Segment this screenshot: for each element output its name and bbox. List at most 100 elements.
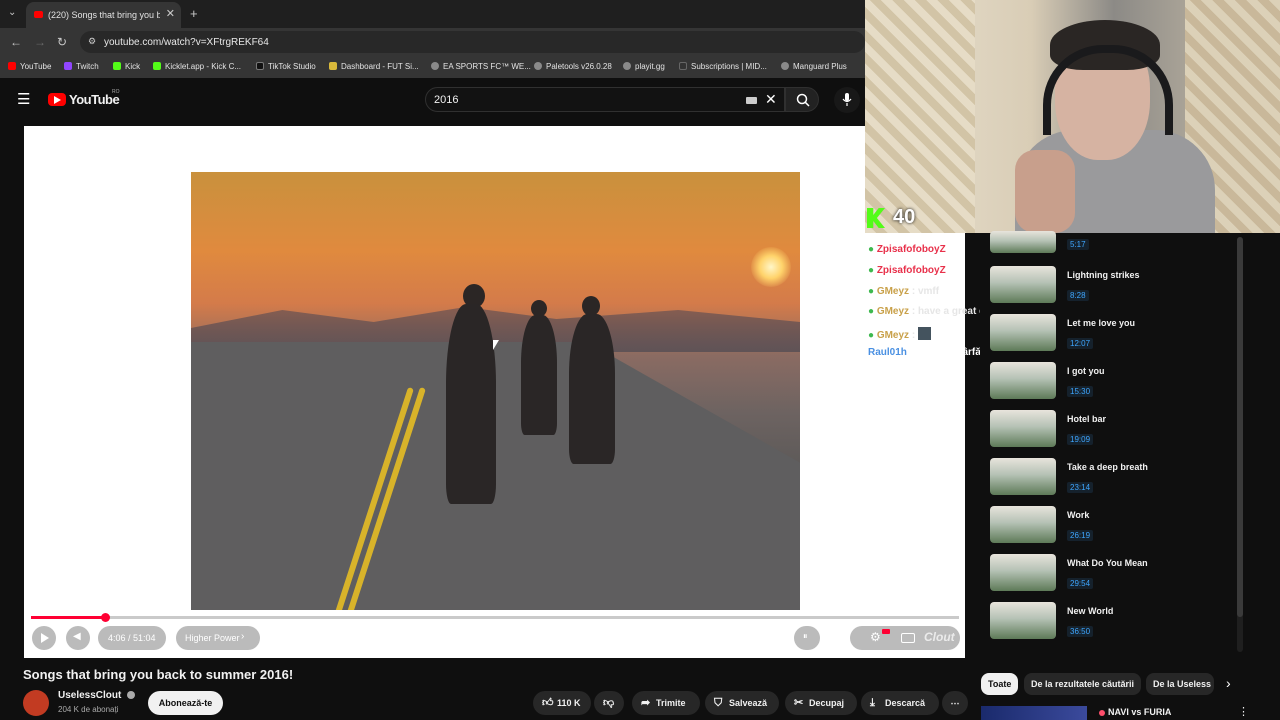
- autoplay-toggle[interactable]: ⏸: [794, 626, 820, 650]
- playlist-item[interactable]: Work 26:19: [990, 506, 1230, 546]
- video-frame[interactable]: [191, 172, 800, 610]
- subscribe-button[interactable]: Abonează-te: [148, 691, 223, 715]
- search-button[interactable]: [785, 87, 819, 112]
- like-button[interactable]: 👍︎ 110 K: [533, 691, 591, 715]
- playlist-timestamp[interactable]: 19:09: [1067, 434, 1094, 445]
- playlist-title: What Do You Mean: [1067, 558, 1148, 568]
- next-video-title[interactable]: NAVI vs FURIA: [1108, 707, 1171, 717]
- playlist-item[interactable]: Take a deep breath 23:14: [990, 458, 1230, 498]
- tab-close-icon[interactable]: ✕: [166, 7, 175, 20]
- walker: [569, 314, 615, 464]
- url-field[interactable]: ⚙ youtube.com/watch?v=XFtrgREKF64: [80, 31, 865, 53]
- bookmark-kicklet[interactable]: Kicklet.app - Kick C...: [153, 62, 241, 71]
- chip-all[interactable]: Toate: [981, 673, 1019, 695]
- forward-arrow-icon[interactable]: →: [34, 35, 46, 49]
- playlist-thumbnail: [990, 362, 1056, 399]
- subscriber-count: 204 K de abonați: [58, 705, 119, 714]
- settings-icon[interactable]: ⚙: [870, 630, 881, 644]
- chat-user: ZpisafofoboyZ: [876, 265, 946, 276]
- time-text: 4:06 / 51:04: [108, 633, 156, 643]
- video-title: Songs that bring you back to summer 2016…: [23, 667, 294, 682]
- video-player[interactable]: ◀ 4:06 / 51:04 Higher Power › ⏸ ⚙ Clout: [24, 126, 965, 658]
- channel-avatar[interactable]: [23, 690, 49, 716]
- playlist-timestamp[interactable]: 29:54: [1067, 578, 1094, 589]
- playlist-thumbnail: [990, 554, 1056, 591]
- playlist-timestamp[interactable]: 5:17: [1067, 239, 1089, 250]
- playlist-thumbnail: [990, 458, 1056, 495]
- site-info-icon[interactable]: ⚙: [88, 36, 96, 47]
- bookmark-twitch[interactable]: Twitch: [64, 62, 99, 71]
- voice-search-button[interactable]: [834, 87, 860, 113]
- volume-button[interactable]: ◀: [66, 626, 90, 650]
- download-button[interactable]: ⤓ Descarcă: [861, 691, 939, 715]
- bookmark-playit[interactable]: playit.gg: [623, 62, 665, 71]
- chat-user: GMeyz: [876, 286, 910, 297]
- save-button[interactable]: ⛉ Salvează: [705, 691, 779, 715]
- playlist-timestamp[interactable]: 36:50: [1067, 626, 1094, 637]
- share-icon: ➦: [641, 697, 651, 709]
- globe-icon: [623, 62, 631, 70]
- more-actions-button[interactable]: ⋯: [942, 691, 968, 715]
- chips-next-icon[interactable]: ›: [1226, 675, 1231, 691]
- playlist-timestamp[interactable]: 8:28: [1067, 290, 1089, 301]
- playlist-item[interactable]: Lightning strikes 8:28: [990, 266, 1230, 306]
- chat-check-icon: ●: [868, 265, 875, 276]
- playlist-timestamp[interactable]: 26:19: [1067, 530, 1094, 541]
- browser-tab[interactable]: (220) Songs that bring you back to summe…: [26, 2, 181, 28]
- bookmark-label: TikTok Studio: [268, 62, 316, 71]
- twitch-icon: [64, 62, 72, 70]
- playlist-item[interactable]: Hotel bar 19:09: [990, 410, 1230, 450]
- chip-from-search[interactable]: De la rezultatele căutării: [1024, 673, 1142, 695]
- playlist-thumbnail: [990, 231, 1056, 253]
- playlist-timestamp[interactable]: 12:07: [1067, 338, 1094, 349]
- bookmark-kick[interactable]: Kick: [113, 62, 140, 71]
- scrollbar-thumb[interactable]: [1237, 237, 1243, 617]
- playlist-timestamp[interactable]: 23:14: [1067, 482, 1094, 493]
- chat-user: GMeyz: [876, 330, 910, 341]
- progress-bar[interactable]: [31, 613, 959, 622]
- playlist-scrollbar[interactable]: [1237, 237, 1243, 652]
- channel-name-row[interactable]: UselessClout: [58, 690, 136, 701]
- share-button[interactable]: ➦ Trimite: [632, 691, 700, 715]
- playlist-title: New World: [1067, 606, 1114, 616]
- keyboard-icon[interactable]: [746, 97, 757, 104]
- sunset-sun: [751, 247, 791, 287]
- reload-icon[interactable]: ↻: [57, 35, 67, 49]
- search-input[interactable]: 2016 ✕: [425, 87, 785, 112]
- time-display: 4:06 / 51:04: [98, 626, 166, 650]
- chip-from-channel[interactable]: De la Useless: [1146, 673, 1214, 695]
- playlist-item[interactable]: I got you 15:30: [990, 362, 1230, 402]
- chapter-button[interactable]: Higher Power ›: [176, 626, 260, 650]
- next-video-thumbnail[interactable]: [981, 706, 1087, 720]
- chat-user: Raul01h: [868, 347, 907, 358]
- bookmark-ea-sports[interactable]: EA SPORTS FC™ WE...: [431, 62, 531, 71]
- bookmark-label: Kick: [125, 62, 141, 71]
- bookmark-paletools[interactable]: Paletools v26.0.28: [534, 62, 612, 71]
- chat-check-icon: ●: [868, 286, 875, 297]
- theater-mode-icon[interactable]: [901, 633, 915, 643]
- playlist-item[interactable]: 5:17: [990, 231, 1230, 271]
- dislike-button[interactable]: 👎︎: [594, 691, 624, 715]
- download-icon: ⤓: [870, 697, 875, 709]
- bookmark-manguard[interactable]: Manguard Plus: [781, 62, 847, 71]
- playlist-item[interactable]: New World 36:50: [990, 602, 1230, 642]
- playlist-timestamp[interactable]: 15:30: [1067, 386, 1094, 397]
- playlist-item[interactable]: Let me love you 12:07: [990, 314, 1230, 354]
- tab-list-chevron-icon[interactable]: ⌄: [8, 7, 16, 18]
- playlist-thumbnail: [990, 314, 1056, 351]
- play-button[interactable]: [32, 626, 56, 650]
- address-bar-row: ← → ↻ ⚙ youtube.com/watch?v=XFtrgREKF64: [0, 28, 865, 56]
- menu-icon[interactable]: ☰: [17, 90, 30, 108]
- next-video-menu-icon[interactable]: ⋮: [1238, 705, 1249, 718]
- bookmark-fut-dashboard[interactable]: Dashboard - FUT Si...: [329, 62, 419, 71]
- clear-search-icon[interactable]: ✕: [765, 91, 777, 108]
- new-tab-icon[interactable]: +: [190, 6, 198, 21]
- clip-button[interactable]: ✂ Decupaj: [785, 691, 857, 715]
- bookmark-subscriptions[interactable]: Subscriptions | MID...: [679, 62, 767, 71]
- bookmark-tiktok-studio[interactable]: TikTok Studio: [256, 62, 316, 71]
- back-arrow-icon[interactable]: ←: [10, 35, 22, 49]
- playlist-item[interactable]: What Do You Mean 29:54: [990, 554, 1230, 594]
- bookmark-youtube[interactable]: YouTube: [8, 62, 51, 71]
- progress-scrubber[interactable]: [101, 613, 111, 622]
- browser-tab-bar: ⌄ (220) Songs that bring you back to sum…: [0, 0, 865, 28]
